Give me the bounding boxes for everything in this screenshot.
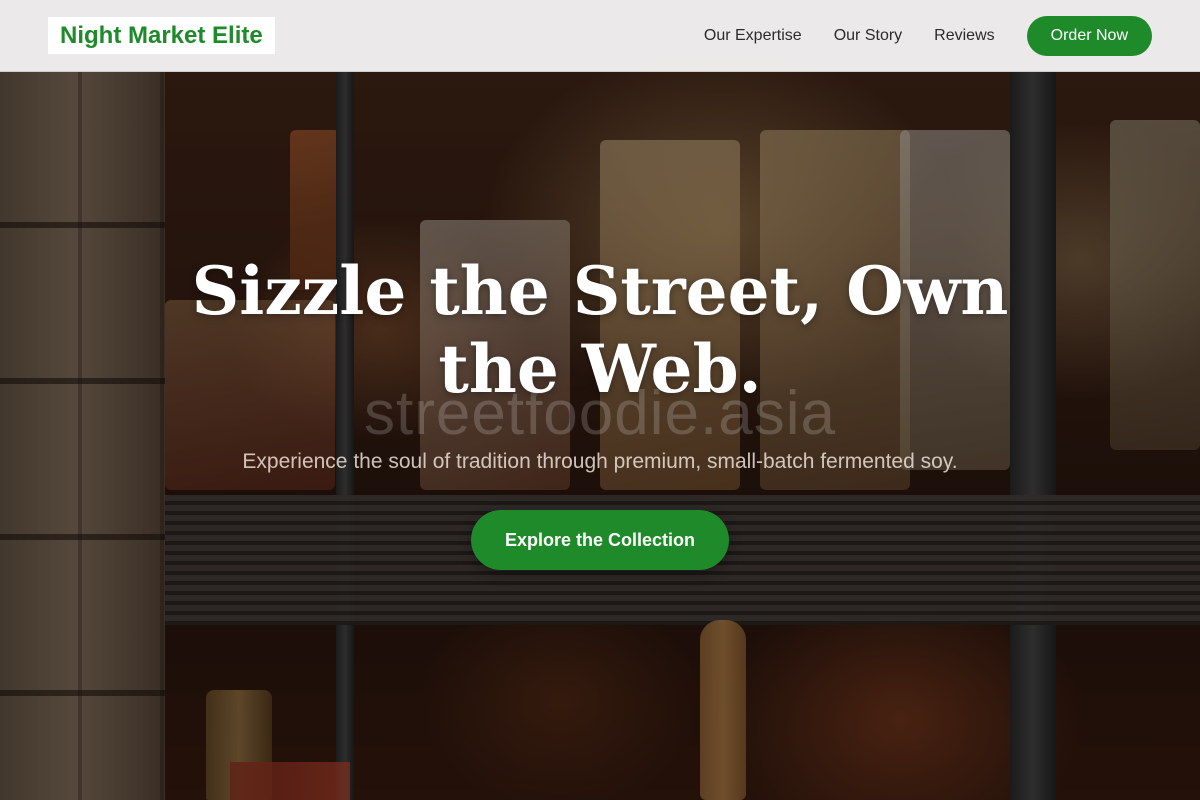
nav-link-our-expertise[interactable]: Our Expertise [704, 27, 802, 45]
hero-content: Sizzle the Street, Own the Web. Experien… [0, 252, 1200, 570]
explore-collection-button[interactable]: Explore the Collection [471, 510, 729, 570]
site-header: Night Market Elite Our Expertise Our Sto… [0, 0, 1200, 72]
nav-link-reviews[interactable]: Reviews [934, 27, 994, 45]
main-nav: Our Expertise Our Story Reviews Order No… [672, 15, 1152, 56]
hero-title: Sizzle the Street, Own the Web. [191, 252, 1009, 408]
nav-link-our-story[interactable]: Our Story [834, 27, 902, 45]
hero-subtitle: Experience the soul of tradition through… [242, 450, 958, 473]
order-now-button[interactable]: Order Now [1026, 15, 1152, 56]
brand-logo[interactable]: Night Market Elite [48, 17, 275, 54]
